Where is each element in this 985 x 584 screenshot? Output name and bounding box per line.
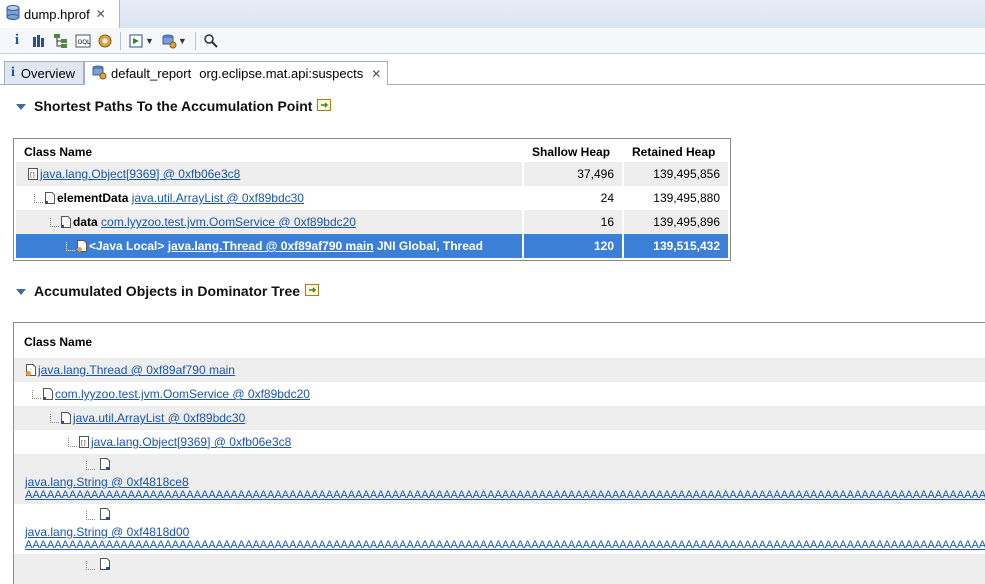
tab-default-report[interactable]: default_report org.eclipse.mat.api:suspe…: [84, 61, 388, 85]
svg-text:[]: []: [30, 172, 35, 179]
search-icon[interactable]: [200, 30, 222, 52]
editor-tab-dump-hprof[interactable]: dump.hprof ✕: [0, 0, 120, 28]
toolbar-separator: [194, 31, 196, 50]
string-value: AAAAAAAAAAAAAAAAAAAAAAAAAAAAAAAAAAAAAAAA…: [25, 489, 985, 501]
thread-object-icon: [26, 364, 36, 376]
object-link[interactable]: java.util.ArrayList @ 0xf89bdc30: [73, 411, 245, 425]
editor-tabbar: dump.hprof ✕: [0, 0, 985, 29]
tree-connector: [32, 389, 41, 399]
table-row[interactable]: elementData java.util.ArrayList @ 0xf89b…: [16, 186, 728, 210]
object-link[interactable]: com.lyyzoo.test.jvm.OomService @ 0xf89bd…: [55, 387, 310, 401]
field-name: data: [73, 215, 98, 229]
report-tabs: i Overview default_report org.eclipse.ma…: [0, 60, 985, 85]
tree-connector: [34, 193, 43, 203]
retained-heap-value: 139,495,896: [624, 210, 728, 234]
chevron-down-icon[interactable]: ▼: [178, 36, 187, 46]
table-row-selected[interactable]: <Java Local> java.lang.Thread @ 0xf89af7…: [16, 234, 728, 258]
close-icon[interactable]: ✕: [371, 67, 381, 81]
external-link-icon[interactable]: [317, 98, 332, 114]
object-link[interactable]: com.lyyzoo.test.jvm.OomService @ 0xf89bd…: [101, 215, 356, 229]
field-name: elementData: [57, 191, 129, 205]
thread-overview-icon[interactable]: [94, 30, 116, 52]
thread-object-icon: [77, 240, 87, 252]
shallow-heap-value: 16: [524, 210, 622, 234]
chevron-down-icon[interactable]: ▼: [145, 36, 154, 46]
external-link-icon[interactable]: [305, 283, 320, 299]
info-icon: i: [11, 65, 15, 80]
tab-default-report-sub: org.eclipse.mat.api:suspects: [199, 66, 364, 81]
table-row[interactable]: java.lang.Thread @ 0xf89af790 main: [14, 358, 985, 382]
column-header-class-name[interactable]: Class Name: [24, 145, 92, 159]
gc-root-label: <Java Local>: [89, 239, 165, 253]
object-link[interactable]: java.lang.Object[9369] @ 0xfb06e3c8: [40, 167, 240, 181]
tree-connector: [86, 561, 95, 570]
tab-overview-label: Overview: [20, 65, 76, 81]
retained-heap-value: 139,495,880: [653, 191, 720, 205]
list-item[interactable]: java.lang.String @ 0xf4818ce8 AAAAAAAAAA…: [14, 454, 985, 504]
list-item[interactable]: java.lang.String @ 0xf4818d00 AAAAAAAAAA…: [14, 504, 985, 554]
info-icon[interactable]: i: [6, 30, 28, 52]
object-icon: [61, 412, 71, 424]
report-icon: [91, 64, 107, 83]
object-link[interactable]: java.lang.Thread @ 0xf89af790 main: [38, 363, 235, 377]
tree-connector: [86, 461, 95, 470]
tree-connector: [68, 437, 77, 447]
svg-text:[]: []: [81, 440, 86, 447]
string-object-icon: [100, 558, 111, 570]
tree-connector: [50, 413, 59, 423]
section-title: Shortest Paths To the Accumulation Point: [34, 98, 313, 114]
array-object-icon: []: [28, 168, 38, 180]
editor-tab-title: dump.hprof: [24, 6, 90, 22]
histogram-icon[interactable]: [28, 30, 50, 52]
query-browser-icon[interactable]: [158, 30, 180, 52]
tab-default-report-label: default_report: [111, 66, 192, 81]
svg-text:OQL: OQL: [78, 39, 91, 46]
collapse-triangle-icon[interactable]: [16, 104, 26, 110]
shallow-heap-value: 120: [524, 234, 622, 258]
object-link[interactable]: java.util.ArrayList @ 0xf89bdc30: [132, 191, 304, 205]
run-report-icon[interactable]: [125, 30, 147, 52]
shortest-paths-table: Class Name Shallow Heap Retained Heap []…: [13, 138, 731, 261]
gc-root-type: JNI Global, Thread: [376, 239, 483, 253]
tree-connector: [66, 241, 75, 251]
table-row[interactable]: [] java.lang.Object[9369] @ 0xfb06e3c8: [14, 430, 985, 454]
shallow-heap-value: 37,496: [524, 162, 622, 186]
section-heading-shortest-paths[interactable]: Shortest Paths To the Accumulation Point: [16, 98, 332, 114]
column-header-shallow-heap[interactable]: Shallow Heap: [532, 145, 610, 159]
list-item[interactable]: [14, 554, 985, 584]
toolbar: i OQL ▼ ▼: [0, 28, 985, 54]
string-object-icon: [100, 508, 111, 520]
object-icon: [61, 216, 71, 228]
oql-icon[interactable]: OQL: [72, 30, 94, 52]
array-object-icon: []: [79, 436, 89, 448]
shallow-heap-value: 24: [600, 191, 614, 205]
section-title: Accumulated Objects in Dominator Tree: [34, 283, 301, 299]
string-object-icon: [100, 458, 111, 470]
object-icon: [43, 388, 53, 400]
heap-dump-icon: [6, 4, 20, 24]
collapse-triangle-icon[interactable]: [16, 289, 26, 295]
column-header-class-name[interactable]: Class Name: [24, 335, 92, 349]
object-link[interactable]: java.lang.Thread @ 0xf89af790 main: [168, 239, 374, 253]
string-value: AAAAAAAAAAAAAAAAAAAAAAAAAAAAAAAAAAAAAAAA…: [25, 539, 985, 551]
object-link[interactable]: java.lang.String @ 0xf4818ce8: [25, 475, 189, 489]
table-row[interactable]: java.util.ArrayList @ 0xf89bdc30: [14, 406, 985, 430]
tree-connector: [50, 217, 59, 227]
section-heading-dominator-tree[interactable]: Accumulated Objects in Dominator Tree: [16, 283, 320, 299]
tree-connector: [86, 511, 95, 520]
table-row[interactable]: data com.lyyzoo.test.jvm.OomService @ 0x…: [16, 210, 728, 234]
retained-heap-value: 139,495,856: [624, 162, 728, 186]
tab-overview[interactable]: i Overview: [4, 61, 84, 84]
table-row[interactable]: com.lyyzoo.test.jvm.OomService @ 0xf89bd…: [14, 382, 985, 406]
column-header-retained-heap[interactable]: Retained Heap: [632, 145, 715, 159]
retained-heap-value: 139,515,432: [624, 234, 728, 258]
object-link[interactable]: java.lang.Object[9369] @ 0xfb06e3c8: [91, 435, 291, 449]
dominator-tree-icon[interactable]: [50, 30, 72, 52]
close-icon[interactable]: ✕: [96, 7, 106, 21]
object-link[interactable]: java.lang.String @ 0xf4818d00: [25, 525, 189, 539]
table-row[interactable]: [] java.lang.Object[9369] @ 0xfb06e3c8 3…: [16, 162, 728, 186]
object-icon: [45, 192, 55, 204]
dominator-tree-table: Class Name java.lang.Thread @ 0xf89af790…: [13, 322, 985, 584]
toolbar-separator: [120, 31, 121, 50]
